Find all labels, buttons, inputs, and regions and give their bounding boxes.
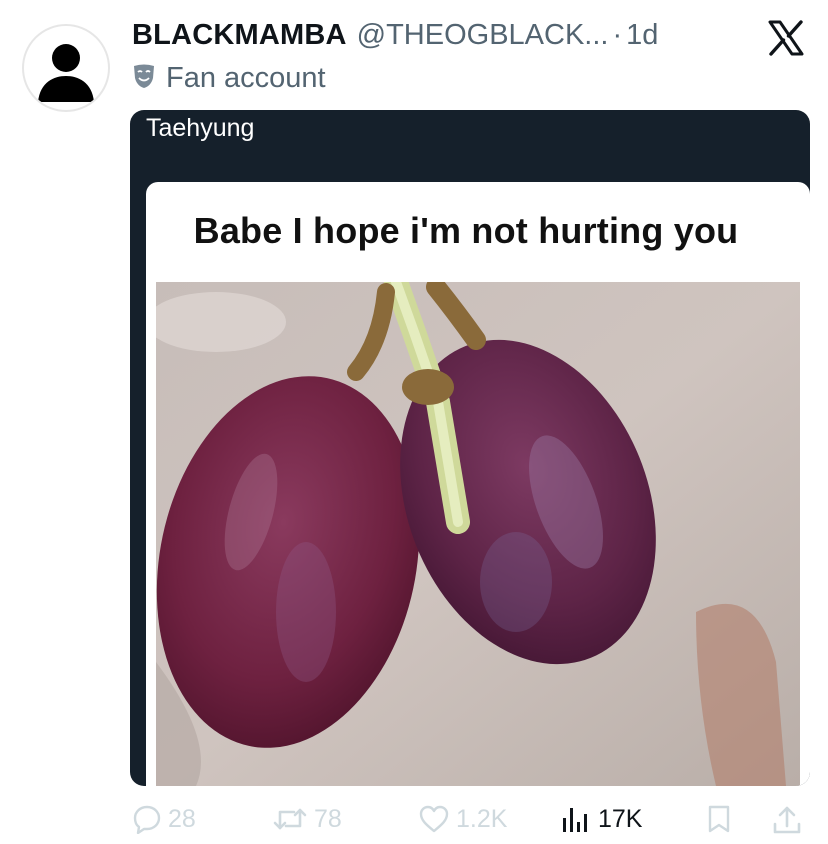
view-count: 17K [598,804,643,833]
meme-image[interactable]: Babe I hope i'm not hurting you [146,182,810,786]
tweet-header: BLACKMAMBA @THEOGBLACK... · 1d [132,14,658,56]
like-count: 1.2K [456,804,508,833]
analytics-icon [563,808,587,832]
grapes-photo [156,282,800,786]
heart-icon [419,805,449,833]
timestamp[interactable]: 1d [626,19,658,52]
repost-icon [273,808,307,830]
bookmark-button[interactable] [706,804,732,834]
user-handle[interactable]: @THEOGBLACK... [357,19,609,52]
account-label: Fan account [132,58,326,98]
reply-icon [133,805,161,834]
quote-label: Taehyung [146,114,255,142]
x-logo-icon[interactable] [766,18,806,58]
share-icon [773,806,801,834]
share-button[interactable] [772,804,802,836]
avatar[interactable] [22,24,110,112]
views-button[interactable]: 17K [560,804,642,834]
separator-dot: · [612,18,623,51]
quoted-media-card[interactable]: Taehyung Babe I hope i'm not hurting you [130,110,810,786]
repost-button[interactable]: 78 [272,804,342,834]
fan-account-label: Fan account [166,61,326,94]
tweet-actions: 28 78 1.2K 17K [0,800,828,844]
reply-button[interactable]: 28 [132,804,196,834]
theater-mask-icon [132,63,156,94]
meme-caption: Babe I hope i'm not hurting you [193,210,739,251]
repost-count: 78 [314,804,342,833]
display-name[interactable]: BLACKMAMBA [132,19,347,52]
default-profile-icon [38,44,94,102]
bookmark-icon [708,805,730,833]
like-button[interactable]: 1.2K [418,804,507,834]
reply-count: 28 [168,804,196,833]
